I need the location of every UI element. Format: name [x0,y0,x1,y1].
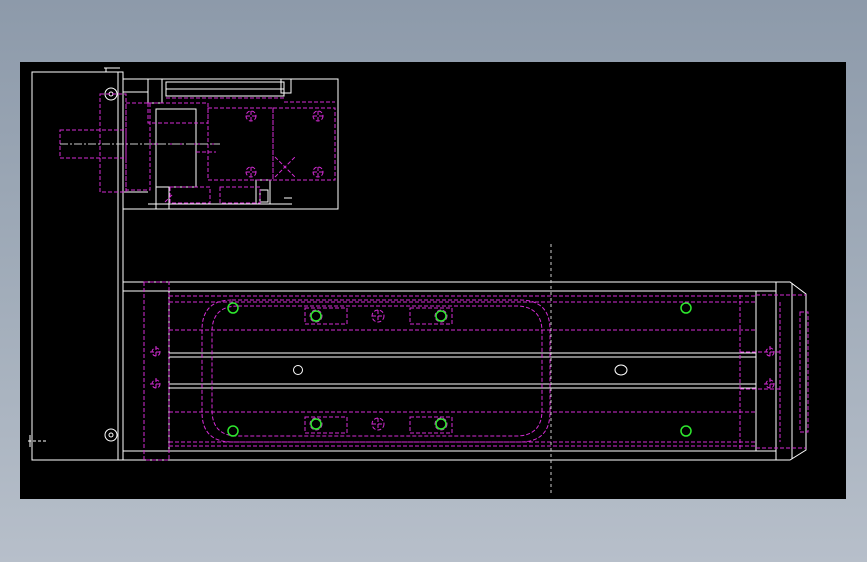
actuator-body-hidden [143,281,809,461]
green-circle-icon [680,425,692,437]
green-circle-icon [435,418,447,430]
green-circle-icon [680,302,692,314]
cad-drawing[interactable] [20,62,846,499]
cad-viewport[interactable] [20,62,846,499]
motor-block-hidden [59,93,336,204]
pilot-holes [227,302,692,437]
base-plate [28,67,124,461]
green-circle-icon [227,425,239,437]
green-circle-icon [435,310,447,322]
green-circle-icon [310,418,322,430]
green-circle-icon [310,310,322,322]
green-circle-icon [227,302,239,314]
bolt-hole-icon [293,365,303,375]
actuator-body [122,281,807,461]
bolt-hole-icon [614,364,628,376]
bolt-hole-icon [104,428,118,442]
